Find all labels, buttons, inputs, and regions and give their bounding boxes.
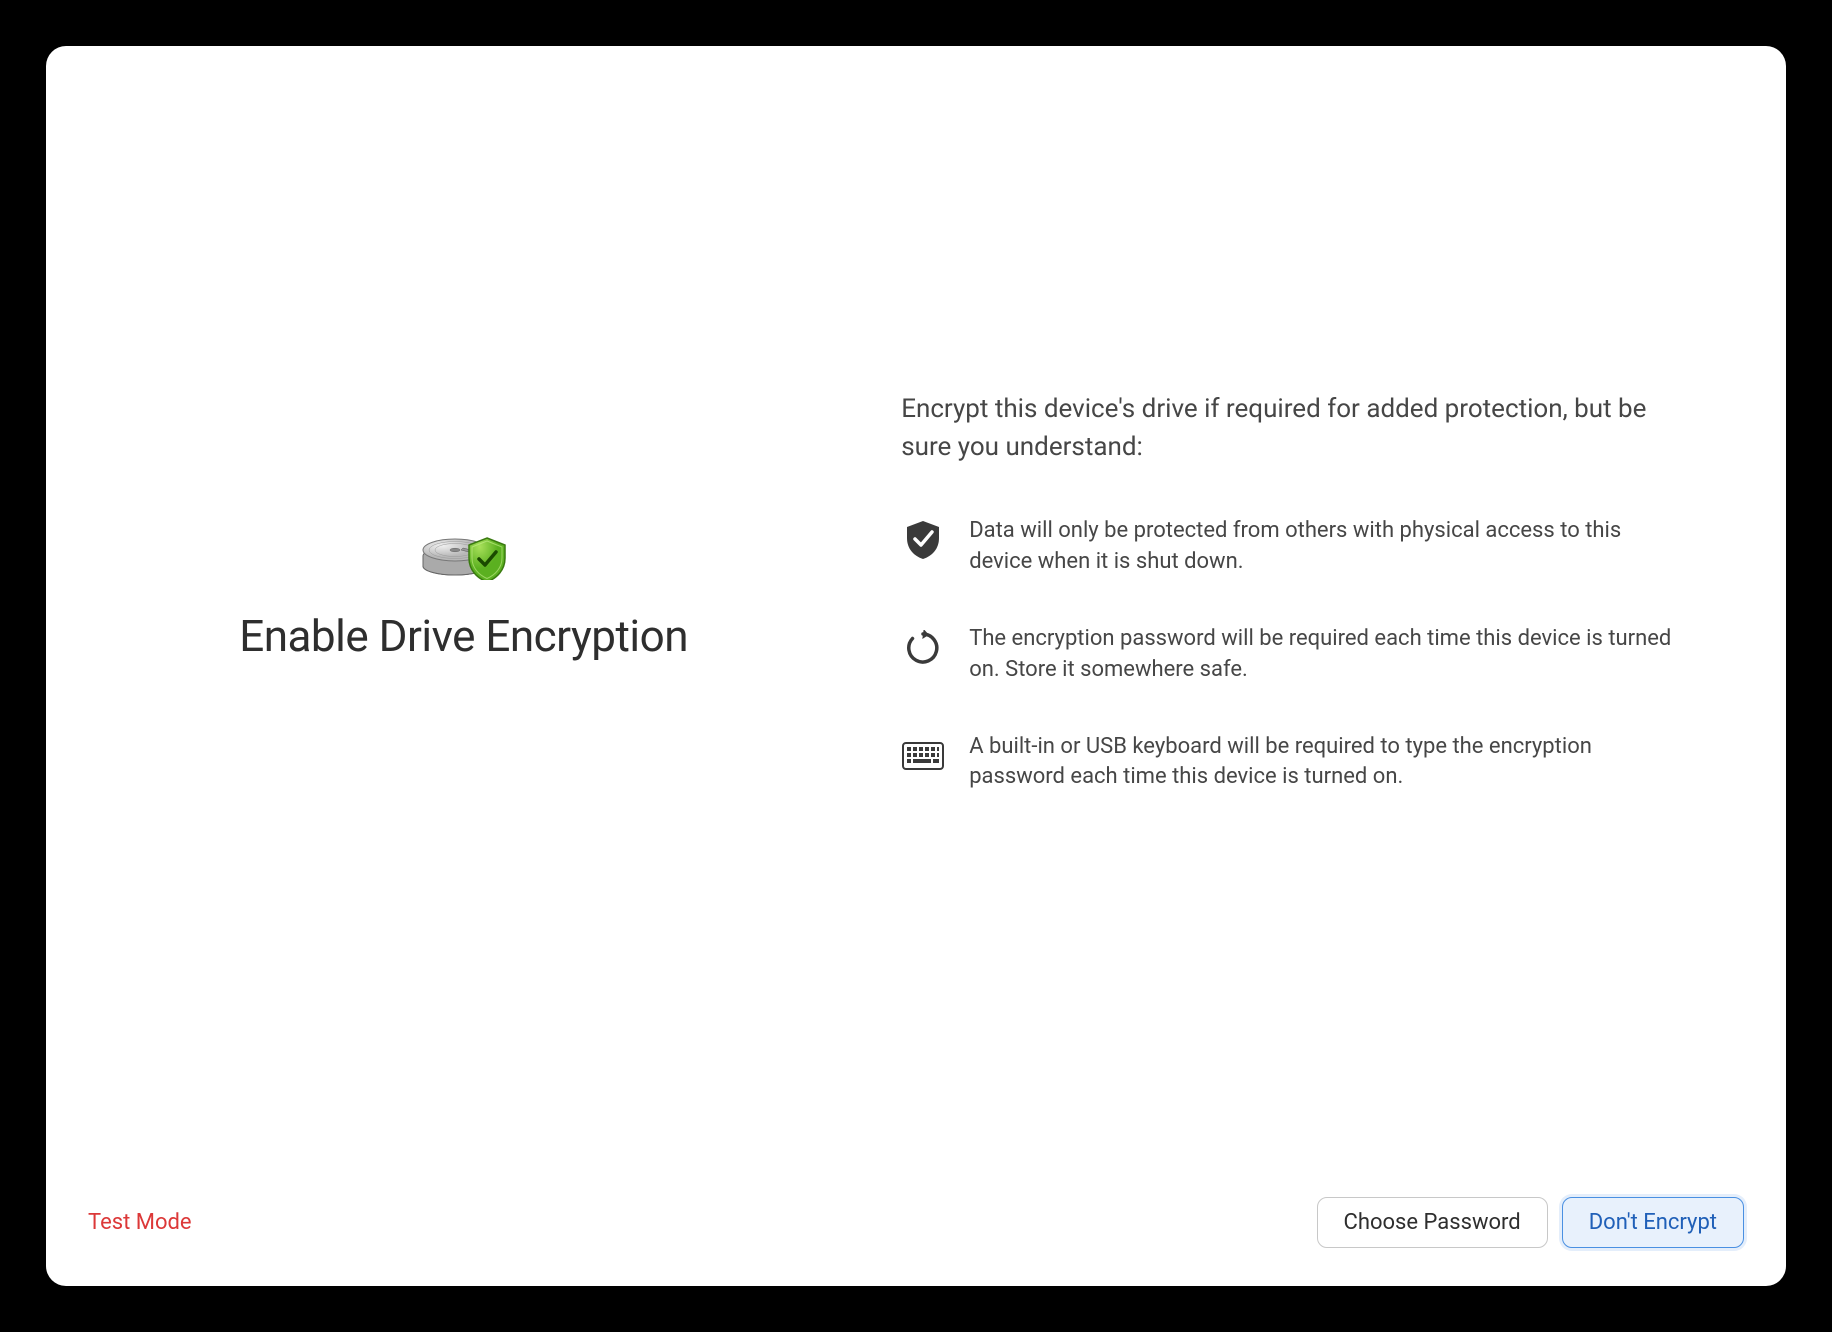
drive-shield-icon [419,510,509,580]
left-panel: Enable Drive Encryption [46,0,881,1286]
info-item-keyboard: A built-in or USB keyboard will be requi… [901,732,1686,794]
info-item-password: The encryption password will be required… [901,624,1686,686]
footer: Test Mode Choose Password Don't Encrypt [88,1197,1744,1248]
intro-text: Encrypt this device's drive if required … [901,391,1686,466]
refresh-icon [901,626,945,670]
info-text: Data will only be protected from others … [969,516,1686,578]
right-panel: Encrypt this device's drive if required … [881,46,1786,1286]
choose-password-button[interactable]: Choose Password [1317,1197,1548,1248]
dont-encrypt-button[interactable]: Don't Encrypt [1562,1197,1744,1248]
info-text: The encryption password will be required… [969,624,1686,686]
keyboard-icon [901,734,945,778]
test-mode-label: Test Mode [88,1210,192,1235]
shield-check-icon [901,518,945,562]
info-item-protection: Data will only be protected from others … [901,516,1686,578]
info-text: A built-in or USB keyboard will be requi… [969,732,1686,794]
drive-encryption-window: Enable Drive Encryption Encrypt this dev… [46,46,1786,1286]
page-title: Enable Drive Encryption [239,610,688,662]
button-group: Choose Password Don't Encrypt [1317,1197,1744,1248]
